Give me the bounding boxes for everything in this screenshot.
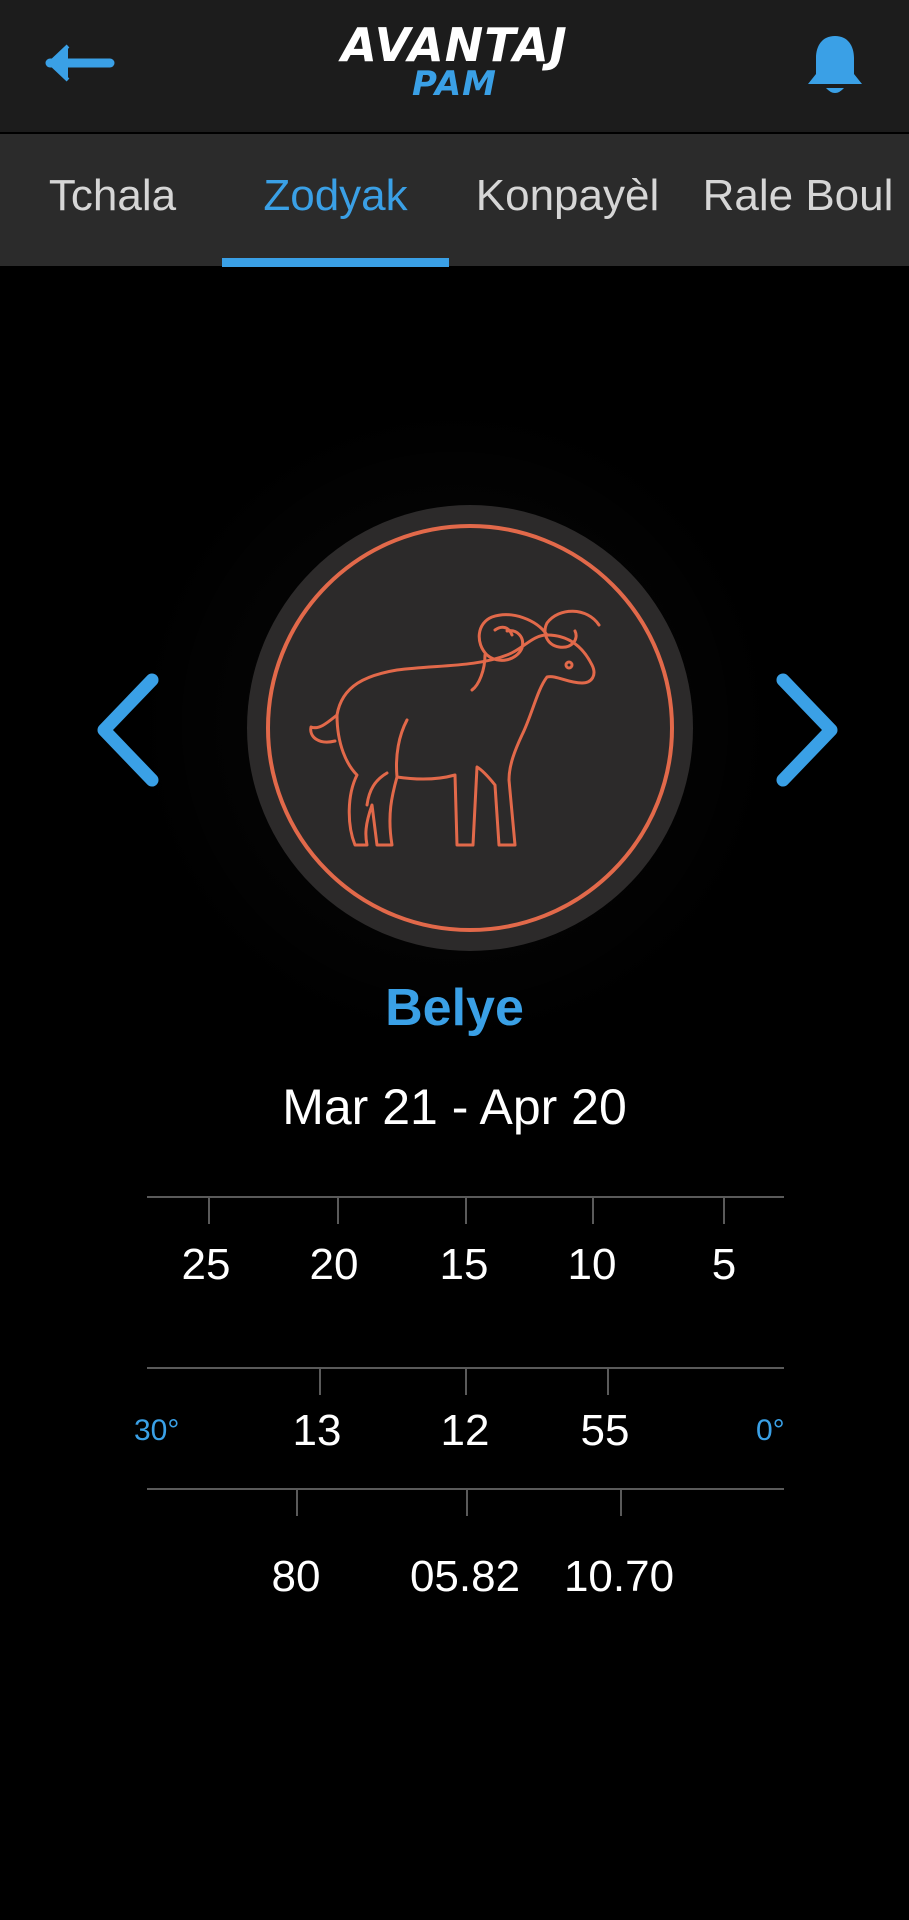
scale-tick [592, 1198, 594, 1224]
scale-tick [607, 1369, 609, 1395]
next-sign-button[interactable] [763, 670, 843, 790]
bell-icon [808, 36, 862, 93]
scale-tick [465, 1198, 467, 1224]
scale-value: 12 [440, 1406, 490, 1455]
scale-tick [296, 1490, 298, 1516]
tab-rale-boul[interactable]: Rale Boul [698, 134, 898, 266]
tab-bar: Tchala Zodyak Konpayèl Rale Boul [0, 134, 909, 267]
zodiac-sign-dates: Mar 21 - Apr 20 [282, 1079, 627, 1135]
zodiac-badge [247, 505, 693, 951]
scale-value: 10.70 [563, 1552, 675, 1601]
scale-tick [208, 1198, 210, 1224]
scale-value: 13 [292, 1406, 342, 1455]
scale-value: 15 [439, 1240, 489, 1289]
chevron-right-icon [776, 673, 838, 787]
scale-tick [466, 1490, 468, 1516]
scale-tick [620, 1490, 622, 1516]
scale-value: 10 [567, 1240, 617, 1289]
scale-value: 20 [309, 1240, 359, 1289]
chevron-left-icon [97, 673, 159, 787]
scale-value: 5 [711, 1240, 737, 1289]
app-header: AVANTAJ PAM [0, 0, 909, 132]
scale-value: 55 [580, 1406, 630, 1455]
scale-value: 05.82 [409, 1552, 521, 1601]
tab-zodyak[interactable]: Zodyak [222, 134, 449, 266]
tab-konpayel[interactable]: Konpayèl [465, 134, 670, 266]
zodiac-sign-name: Belye [385, 979, 524, 1037]
scale-tick [337, 1198, 339, 1224]
degree-label-left: 30° [134, 1414, 180, 1447]
notifications-button[interactable] [800, 30, 870, 100]
scale-value: 25 [181, 1240, 231, 1289]
degree-label-right: 0° [756, 1414, 785, 1447]
active-tab-indicator [222, 258, 449, 267]
scale-tick [723, 1198, 725, 1224]
scale-tick [465, 1369, 467, 1395]
app-logo-subtitle: PAM [412, 64, 497, 104]
scale-value: 80 [271, 1552, 321, 1601]
previous-sign-button[interactable] [92, 670, 172, 790]
scale-tick [319, 1369, 321, 1395]
tab-tchala[interactable]: Tchala [30, 134, 195, 266]
ram-icon [266, 524, 674, 932]
